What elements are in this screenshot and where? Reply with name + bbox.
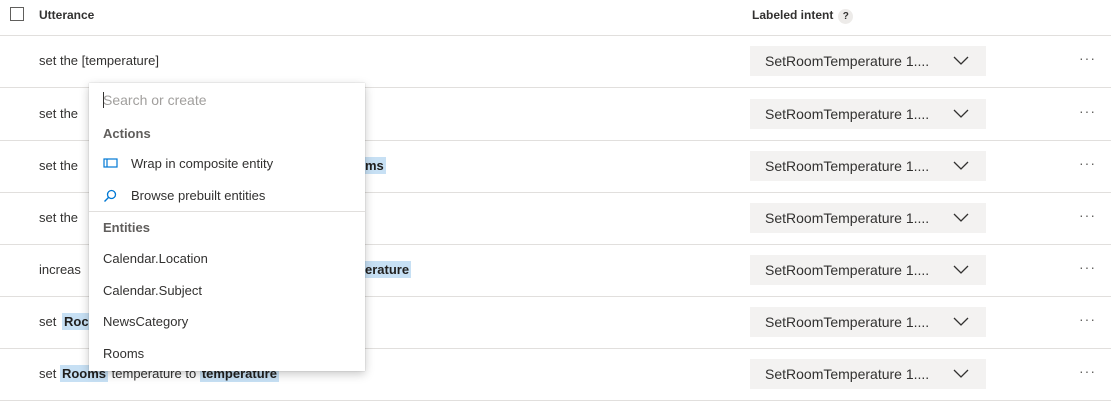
- more-options-icon[interactable]: ···: [1079, 155, 1096, 171]
- intent-value: SetRoomTemperature 1....: [765, 314, 930, 330]
- more-options-icon[interactable]: ···: [1079, 207, 1096, 223]
- utterance-text: increas: [39, 262, 81, 277]
- chevron-down-icon: [953, 56, 969, 65]
- text-cursor: [103, 92, 104, 108]
- entity-option-label: Calendar.Location: [103, 251, 208, 266]
- entities-heading: Entities: [103, 220, 150, 235]
- more-options-icon[interactable]: ···: [1079, 103, 1096, 119]
- entity-option-calendar-location[interactable]: Calendar.Location: [89, 244, 365, 274]
- entity-label[interactable]: erature: [363, 261, 412, 278]
- entity-label[interactable]: ms: [363, 157, 386, 174]
- composite-entity-icon: [103, 158, 118, 168]
- entity-label[interactable]: Roc: [62, 313, 91, 330]
- intent-dropdown[interactable]: SetRoomTemperature 1....: [750, 203, 986, 233]
- intent-dropdown[interactable]: SetRoomTemperature 1....: [750, 359, 986, 389]
- utterance-text: set the: [39, 210, 79, 225]
- intent-dropdown[interactable]: SetRoomTemperature 1....: [750, 46, 986, 76]
- intent-dropdown[interactable]: SetRoomTemperature 1....: [750, 99, 986, 129]
- entity-option-rooms[interactable]: Rooms: [89, 339, 365, 369]
- intent-value: SetRoomTemperature 1....: [765, 366, 930, 382]
- more-options-icon[interactable]: ···: [1079, 50, 1096, 66]
- entity-option-newscategory[interactable]: NewsCategory: [89, 307, 365, 337]
- intent-value: SetRoomTemperature 1....: [765, 158, 930, 174]
- intent-value: SetRoomTemperature 1....: [765, 106, 930, 122]
- entity-option-label: Calendar.Subject: [103, 283, 203, 298]
- utterance-text: set: [39, 314, 57, 329]
- wrap-in-composite-entity-item[interactable]: Wrap in composite entity: [89, 149, 365, 179]
- chevron-down-icon: [953, 109, 969, 118]
- chevron-down-icon: [953, 317, 969, 326]
- search-or-create-input[interactable]: [89, 83, 365, 117]
- utterance-text: set the: [39, 106, 79, 121]
- labeled-intent-label: Labeled intent: [752, 8, 834, 22]
- entity-option-label: Rooms: [103, 346, 145, 361]
- more-options-icon[interactable]: ···: [1079, 311, 1096, 327]
- browse-prebuilt-entities-label: Browse prebuilt entities: [131, 188, 266, 203]
- intent-value: SetRoomTemperature 1....: [765, 210, 930, 226]
- chevron-down-icon: [953, 161, 969, 170]
- search-icon: [104, 189, 117, 202]
- utterance-text: set the: [39, 158, 79, 173]
- chevron-down-icon: [953, 369, 969, 378]
- chevron-down-icon: [953, 213, 969, 222]
- utterance-text: set the [temperature]: [39, 53, 159, 68]
- table-header: Utterance Labeled intent?: [0, 0, 1111, 36]
- intent-dropdown[interactable]: SetRoomTemperature 1....: [750, 255, 986, 285]
- entity-option-calendar-subject[interactable]: Calendar.Subject: [89, 276, 365, 306]
- chevron-down-icon: [953, 265, 969, 274]
- labeled-intent-column-header[interactable]: Labeled intent?: [752, 8, 854, 24]
- intent-value: SetRoomTemperature 1....: [765, 53, 930, 69]
- more-options-icon[interactable]: ···: [1079, 363, 1096, 379]
- browse-prebuilt-entities-item[interactable]: Browse prebuilt entities: [89, 181, 365, 211]
- table-row[interactable]: set the [temperature] SetRoomTemperature…: [0, 36, 1111, 88]
- utterance-part: set: [39, 366, 60, 381]
- help-icon[interactable]: ?: [838, 9, 854, 24]
- wrap-in-composite-entity-label: Wrap in composite entity: [131, 156, 274, 171]
- intent-dropdown[interactable]: SetRoomTemperature 1....: [750, 307, 986, 337]
- entity-option-label: NewsCategory: [103, 314, 189, 329]
- more-options-icon[interactable]: ···: [1079, 259, 1096, 275]
- section-divider: [89, 211, 365, 212]
- entity-picker-dropdown: Actions Wrap in composite entity Browse …: [89, 83, 365, 371]
- utterance-column-header[interactable]: Utterance: [39, 8, 94, 22]
- select-all-checkbox[interactable]: [10, 7, 24, 21]
- intent-value: SetRoomTemperature 1....: [765, 262, 930, 278]
- actions-heading: Actions: [103, 126, 151, 141]
- intent-dropdown[interactable]: SetRoomTemperature 1....: [750, 151, 986, 181]
